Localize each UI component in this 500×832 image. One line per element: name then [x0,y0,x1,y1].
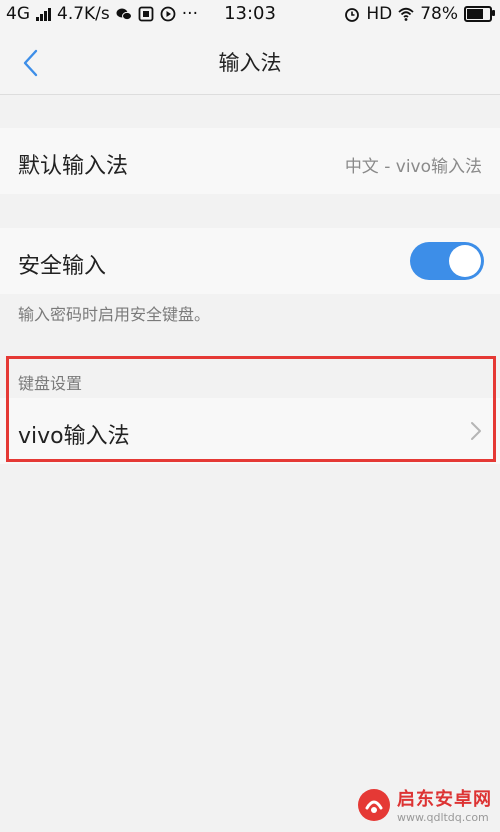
keyboard-settings-header: 键盘设置 [18,374,83,393]
secure-input-row: 安全输入 [0,228,500,294]
app-header: 输入法 [0,28,500,95]
default-input-method-row[interactable]: 默认输入法 中文 - vivo输入法 [0,128,500,194]
secure-input-label: 安全输入 [18,254,107,279]
default-input-method-label: 默认输入法 [18,154,129,179]
secure-input-toggle[interactable] [410,242,484,280]
battery-icon [464,6,495,22]
status-bar: 4G 4.7K/s ··· 13:03 HD 78% [0,0,500,28]
battery-fill [467,9,483,19]
chevron-right-icon [471,422,481,440]
toggle-knob [449,245,481,277]
vivo-keyboard-label: vivo输入法 [18,424,130,449]
status-right: HD 78% [344,4,495,24]
hd-indicator: HD [366,4,393,24]
battery-percent: 78% [420,4,458,24]
alarm-icon [345,8,360,22]
page-title: 输入法 [218,51,282,75]
watermark-title: 启东安卓网 [397,789,492,810]
watermark: 启东安卓网 www.qdltdq.com [357,785,492,824]
watermark-url: www.qdltdq.com [397,811,489,824]
wifi-icon [398,7,414,21]
default-input-method-value: 中文 - vivo输入法 [344,157,482,177]
watermark-text: 启东安卓网 www.qdltdq.com [397,785,492,824]
secure-input-hint: 输入密码时启用安全键盘。 [18,305,211,324]
vivo-keyboard-row[interactable]: vivo输入法 [0,398,500,464]
watermark-logo-icon [358,788,390,821]
